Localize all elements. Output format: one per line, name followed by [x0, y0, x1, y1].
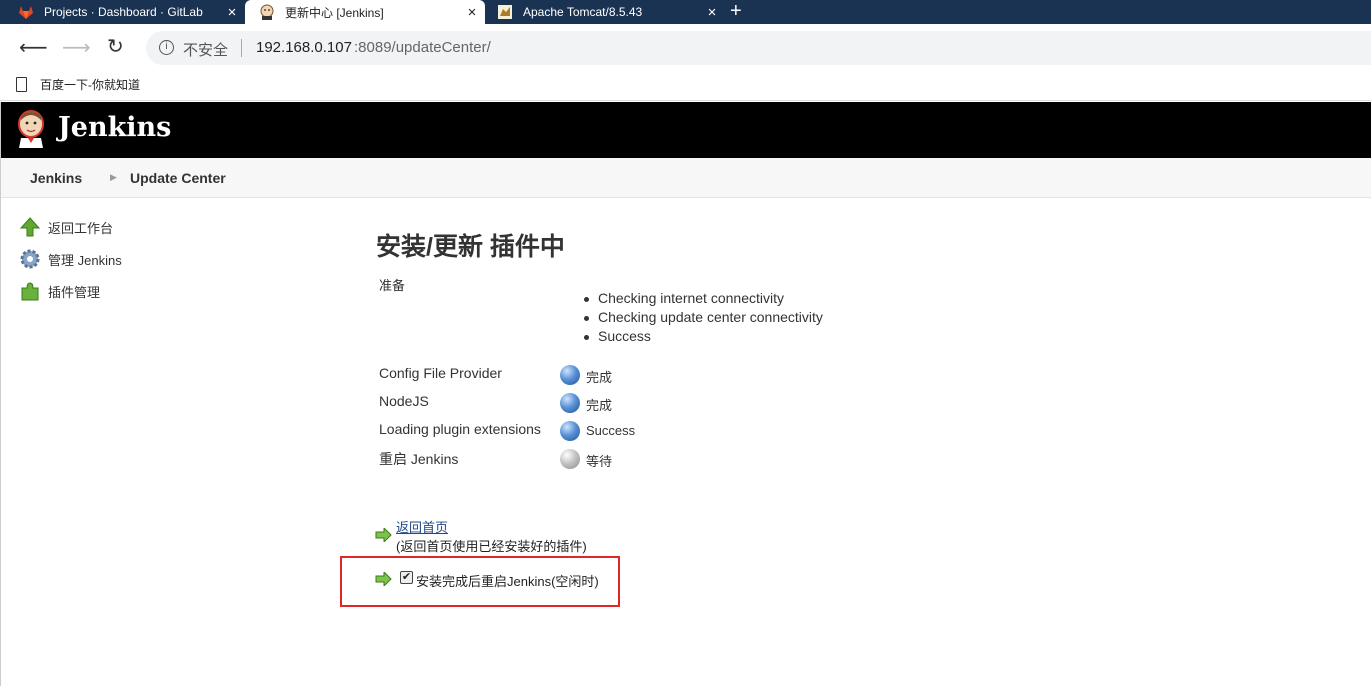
status-ball-blue-icon	[560, 421, 580, 441]
plugin-name: Config File Provider	[379, 365, 502, 381]
back-to-home-link[interactable]: 返回首页	[396, 517, 448, 536]
page-icon	[16, 77, 27, 92]
tab-tomcat[interactable]: Apache Tomcat/8.5.43 ×	[485, 0, 725, 24]
jenkins-logo-icon[interactable]	[17, 110, 45, 148]
puzzle-icon	[21, 282, 39, 301]
status-ball-blue-icon	[560, 393, 580, 413]
security-label[interactable]: 不安全	[183, 39, 228, 60]
tab-title: Apache Tomcat/8.5.43	[523, 5, 643, 19]
sidebar-item-label: 插件管理	[48, 284, 101, 300]
list-item: Checking update center connectivity	[584, 309, 823, 325]
tab-gitlab[interactable]: Projects · Dashboard · GitLab ×	[0, 0, 245, 24]
back-note: (返回首页使用已经安装好的插件)	[396, 539, 587, 554]
prep-label: 准备	[379, 278, 406, 293]
highlight-box	[340, 556, 620, 607]
gear-icon	[20, 249, 40, 269]
jenkins-title[interactable]: Jenkins	[58, 112, 171, 143]
sidebar-item-label: 返回工作台	[48, 220, 114, 236]
info-icon[interactable]: i	[159, 40, 174, 55]
plugin-name: Loading plugin extensions	[379, 421, 541, 437]
jenkins-header	[1, 102, 1371, 158]
status-ball-blue-icon	[560, 365, 580, 385]
status-ball-grey-icon	[560, 449, 580, 469]
url-path[interactable]: :8089/updateCenter/	[354, 39, 491, 56]
forward-icon[interactable]: ⟶	[62, 38, 91, 58]
plugin-status: 完成	[586, 370, 613, 385]
gitlab-icon	[19, 6, 33, 19]
page-left-border	[0, 102, 1, 686]
bookmark-baidu[interactable]: 百度一下-你就知道	[40, 76, 140, 93]
list-item: Success	[584, 327, 823, 346]
sidebar-item-dashboard[interactable]: 返回工作台	[18, 216, 113, 238]
breadcrumb-jenkins[interactable]: Jenkins	[30, 170, 82, 186]
sidebar-item-manage-jenkins[interactable]: 管理 Jenkins	[18, 248, 122, 270]
tab-close-icon[interactable]: ×	[705, 4, 719, 21]
plugin-name: NodeJS	[379, 393, 429, 409]
tab-title: 更新中心 [Jenkins]	[285, 5, 384, 20]
sidebar-item-label: 管理 Jenkins	[48, 252, 122, 268]
connectivity-checks: Checking internet connectivity Checking …	[584, 289, 823, 346]
jenkins-icon	[260, 4, 274, 20]
breadcrumb-update-center[interactable]: Update Center	[130, 170, 226, 186]
plugin-status: 完成	[586, 398, 613, 413]
tab-title: Projects · Dashboard · GitLab	[44, 5, 203, 19]
sidebar-item-plugin-manager[interactable]: 插件管理	[18, 280, 100, 302]
tab-jenkins[interactable]: 更新中心 [Jenkins] ×	[245, 0, 485, 24]
tab-close-icon[interactable]: ×	[465, 4, 479, 21]
right-arrow-icon	[375, 528, 392, 542]
bookmarks-bar	[0, 70, 1371, 101]
divider	[241, 39, 242, 57]
breadcrumb-arrow-icon[interactable]: ▶	[110, 172, 117, 183]
plugin-name: 重启 Jenkins	[379, 451, 459, 467]
list-item: Checking internet connectivity	[584, 289, 823, 308]
up-arrow-icon	[19, 217, 41, 237]
url-host[interactable]: 192.168.0.107	[256, 39, 352, 56]
reload-icon[interactable]: ↻	[107, 37, 124, 57]
tab-close-icon[interactable]: ×	[225, 4, 239, 21]
new-tab-button[interactable]: +	[730, 0, 742, 24]
plugin-status: Success	[586, 423, 636, 438]
plugin-status: 等待	[586, 454, 613, 469]
tomcat-icon	[498, 5, 512, 19]
page-title: 安装/更新 插件中	[376, 233, 565, 261]
back-icon[interactable]: ⟵	[19, 38, 48, 58]
